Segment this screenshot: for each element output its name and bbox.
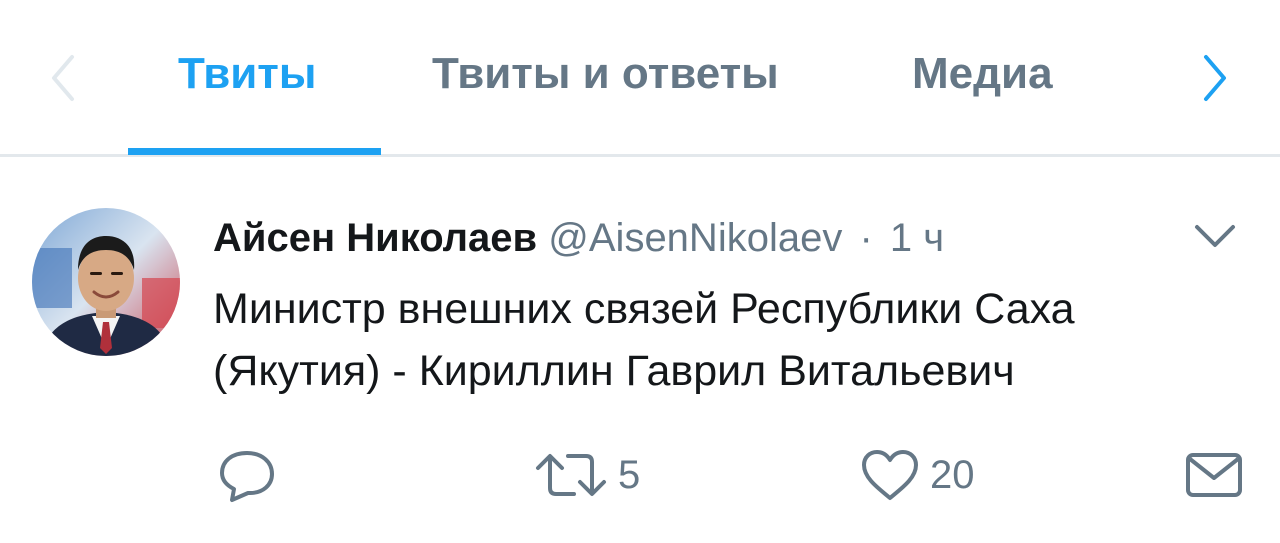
chevron-right-icon xyxy=(1204,55,1226,101)
tweet-timestamp[interactable]: 1 ч xyxy=(890,216,944,260)
tab-tweets[interactable]: Твиты xyxy=(178,44,316,104)
retweet-count: 5 xyxy=(618,453,641,497)
active-tab-indicator xyxy=(128,148,381,155)
chevron-left-icon xyxy=(52,55,74,101)
like-button[interactable]: 20 xyxy=(860,445,975,505)
tabs-prev-button[interactable] xyxy=(38,48,88,108)
chevron-down-icon xyxy=(1195,225,1235,247)
profile-timeline-screen: Твиты Твиты и ответы Медиа Айсен Николае… xyxy=(0,0,1280,543)
tweet-text: Министр внешних связей Республики Саха (… xyxy=(213,285,1075,395)
reply-icon xyxy=(220,451,274,502)
tweet-header: Айсен Николаев @AisenNikolaev · 1 ч xyxy=(213,210,944,266)
tabs-next-button[interactable] xyxy=(1190,48,1240,108)
heart-icon xyxy=(862,450,918,500)
like-count: 20 xyxy=(930,453,975,497)
tab-tweets-and-replies[interactable]: Твиты и ответы xyxy=(432,44,779,104)
tab-media[interactable]: Медиа xyxy=(912,44,1053,104)
author-handle[interactable]: @AisenNikolaev xyxy=(548,216,842,260)
profile-tab-bar: Твиты Твиты и ответы Медиа xyxy=(0,0,1280,157)
tweet-menu-button[interactable] xyxy=(1190,216,1240,256)
envelope-icon xyxy=(1186,453,1242,497)
header-separator: · xyxy=(859,216,873,260)
reply-button[interactable] xyxy=(218,445,276,505)
direct-message-button[interactable] xyxy=(1184,445,1244,505)
avatar[interactable] xyxy=(32,208,180,356)
retweet-button[interactable]: 5 xyxy=(534,445,640,505)
avatar-image xyxy=(32,208,180,356)
author-name[interactable]: Айсен Николаев xyxy=(213,216,537,260)
retweet-icon xyxy=(536,454,606,496)
